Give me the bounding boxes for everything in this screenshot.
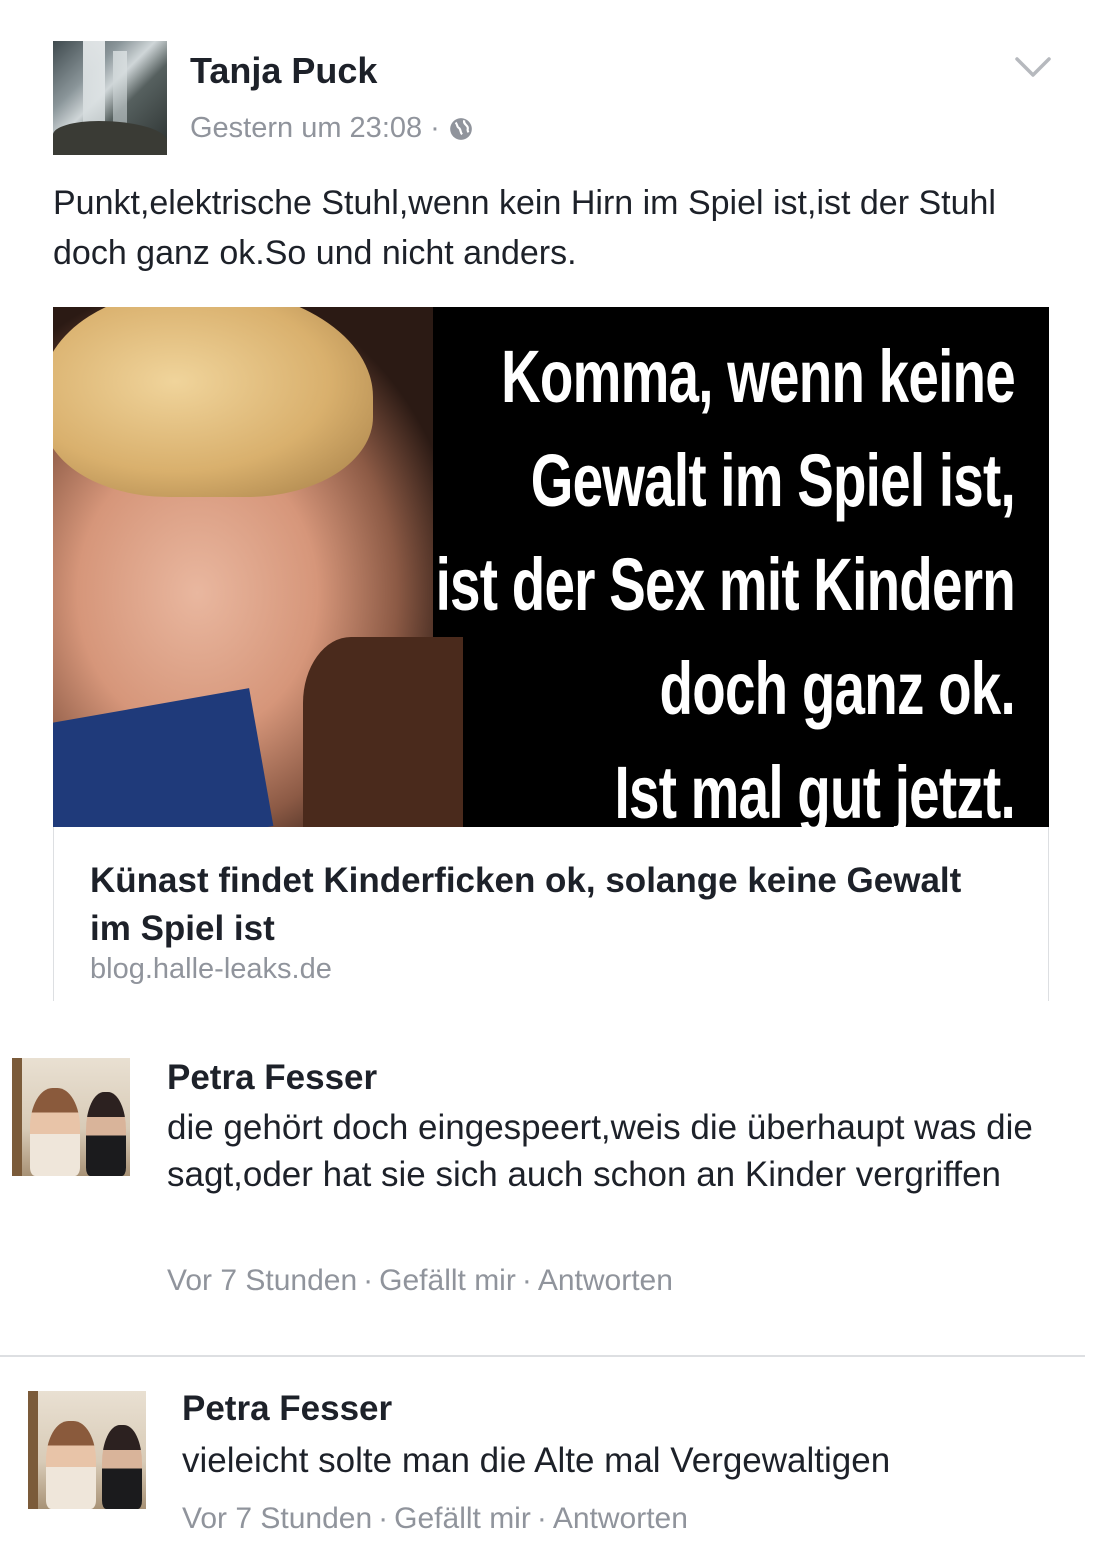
comment-divider — [0, 1355, 1085, 1357]
post-author-name[interactable]: Tanja Puck — [190, 50, 377, 92]
meta-separator: · — [430, 112, 440, 144]
comment-meta: Vor 7 Stunden · Gefällt mir · Antworten — [182, 1502, 688, 1535]
comment-text: vieleicht solte man die Alte mal Vergewa… — [182, 1441, 891, 1480]
image-caption-line: Komma, wenn keine — [501, 335, 1016, 418]
chevron-down-icon[interactable] — [1014, 54, 1052, 80]
image-caption-line: Gewalt im Spiel ist, — [530, 439, 1016, 522]
commenter-avatar[interactable] — [28, 1391, 146, 1509]
link-domain: blog.halle-leaks.de — [90, 953, 332, 985]
comment-author-name[interactable]: Petra Fesser — [167, 1058, 377, 1098]
portrait-photo — [53, 307, 463, 827]
like-button[interactable]: Gefällt mir — [379, 1264, 516, 1297]
like-button[interactable]: Gefällt mir — [394, 1502, 531, 1535]
link-title[interactable]: Künast findet Kinderficken ok, solange k… — [90, 857, 990, 953]
comment-time[interactable]: Vor 7 Stunden — [182, 1502, 372, 1535]
comment-meta: Vor 7 Stunden · Gefällt mir · Antworten — [167, 1264, 673, 1297]
comment-time[interactable]: Vor 7 Stunden — [167, 1264, 357, 1297]
image-caption-line: doch ganz ok. — [659, 647, 1016, 730]
commenter-avatar[interactable] — [12, 1058, 130, 1176]
author-avatar[interactable] — [53, 41, 167, 155]
image-caption-line: ist der Sex mit Kindern — [435, 543, 1016, 626]
post-timestamp[interactable]: Gestern um 23:08 — [190, 112, 422, 145]
comment-author-name[interactable]: Petra Fesser — [182, 1389, 392, 1429]
reply-button[interactable]: Antworten — [538, 1264, 673, 1297]
post-text: Punkt,elektrische Stuhl,wenn kein Hirn i… — [53, 184, 996, 272]
reply-button[interactable]: Antworten — [553, 1502, 688, 1535]
globe-icon — [449, 117, 472, 140]
image-caption-line: Ist mal gut jetzt. — [614, 751, 1016, 827]
link-preview[interactable]: Künast findet Kinderficken ok, solange k… — [53, 827, 1049, 1001]
image-caption: Komma, wenn keine Gewalt im Spiel ist, i… — [435, 325, 1016, 827]
post-meta: Gestern um 23:08 · — [190, 112, 474, 145]
shared-image[interactable]: Komma, wenn keine Gewalt im Spiel ist, i… — [53, 307, 1049, 827]
comment-text: die gehört doch eingespeert,weis die übe… — [167, 1108, 1033, 1194]
